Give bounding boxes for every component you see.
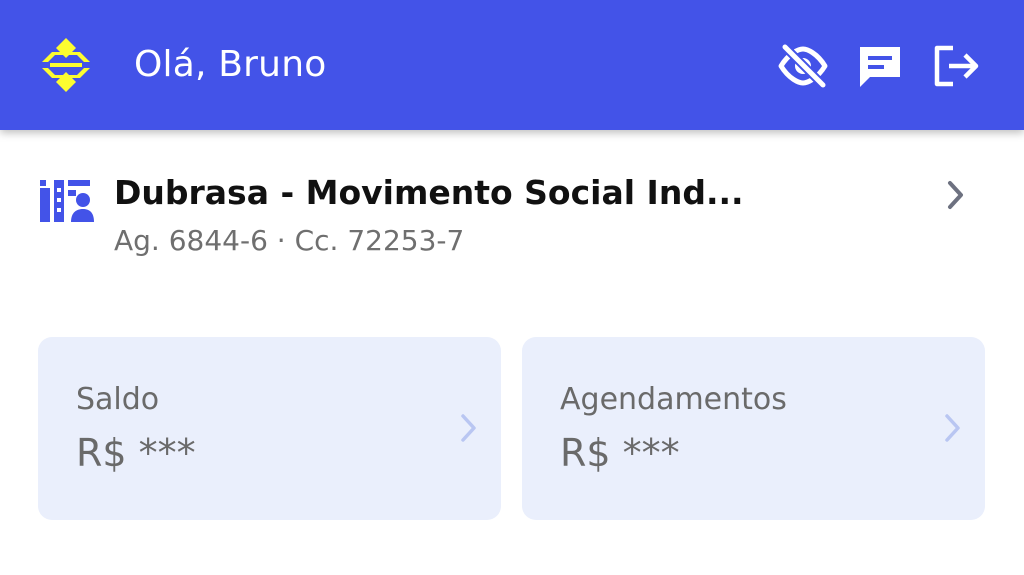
saldo-card[interactable]: Saldo R$ *** [38,337,501,520]
account-name: Dubrasa - Movimento Social Ind... [114,173,744,212]
chevron-right-icon [461,414,476,442]
agendamentos-card[interactable]: Agendamentos R$ *** [522,337,985,520]
eye-off-icon [778,44,828,88]
chat-icon [860,47,900,87]
messages-button[interactable] [852,38,908,94]
saldo-value: R$ *** [76,431,196,475]
account-selector[interactable]: Dubrasa - Movimento Social Ind... Ag. 68… [0,150,1024,270]
logout-icon [934,45,979,87]
chevron-right-icon [945,414,960,442]
agendamentos-value: R$ *** [560,431,680,475]
logout-button[interactable] [929,38,985,94]
greeting-text: Olá, Bruno [134,44,327,85]
account-details: Ag. 6844-6 · Cc. 72253-7 [114,224,465,257]
agendamentos-label: Agendamentos [560,382,787,417]
saldo-label: Saldo [76,382,160,417]
bank-logo-icon [36,36,96,94]
app-header: Olá, Bruno [0,0,1024,130]
hide-values-button[interactable] [775,38,831,94]
chevron-right-icon [948,181,963,209]
company-account-icon [38,176,94,224]
